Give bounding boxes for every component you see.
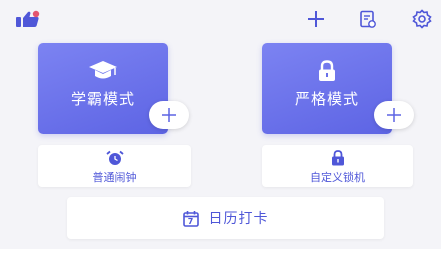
calendar-checkin-label: 日历打卡 xyxy=(208,211,269,227)
calendar-icon: 7 xyxy=(182,210,199,227)
normal-alarm-card[interactable]: 普通闹钟 xyxy=(38,145,191,187)
gear-icon xyxy=(412,9,432,29)
settings-button[interactable] xyxy=(410,8,434,30)
strict-mode-add-button[interactable] xyxy=(374,101,414,129)
plus-icon xyxy=(387,108,401,122)
lock-icon xyxy=(331,150,344,166)
calendar-checkin-card[interactable]: 7 日历打卡 xyxy=(67,197,384,239)
custom-lock-card[interactable]: 自定义锁机 xyxy=(262,145,413,187)
lock-icon xyxy=(319,60,335,81)
alarm-clock-icon xyxy=(105,150,124,165)
notes-button[interactable] xyxy=(357,8,379,30)
strict-mode-label: 严格模式 xyxy=(294,90,359,108)
thumbs-up-icon[interactable] xyxy=(14,8,42,30)
bottom-panel xyxy=(0,249,441,278)
plus-icon xyxy=(162,108,176,122)
calendar-day-number: 7 xyxy=(187,216,194,226)
study-mode-card[interactable]: 学霸模式 xyxy=(38,43,168,134)
notes-icon xyxy=(360,10,376,28)
custom-lock-label: 自定义锁机 xyxy=(310,171,365,184)
add-button[interactable] xyxy=(305,8,327,30)
study-mode-add-button[interactable] xyxy=(149,101,189,129)
strict-mode-card[interactable]: 严格模式 xyxy=(262,43,392,134)
study-mode-label: 学霸模式 xyxy=(70,90,135,108)
normal-alarm-label: 普通闹钟 xyxy=(92,171,137,184)
plus-icon xyxy=(308,11,324,27)
graduation-cap-icon xyxy=(89,61,117,79)
